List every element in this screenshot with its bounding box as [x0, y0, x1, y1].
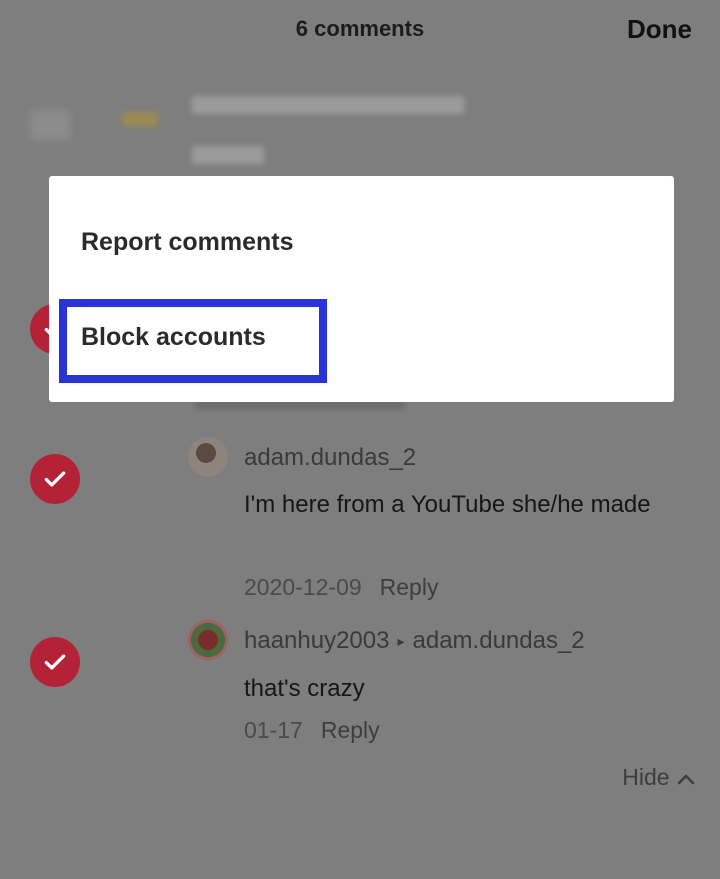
chevron-up-icon: [677, 774, 695, 785]
blurred-text: [192, 146, 264, 164]
comment-username[interactable]: haanhuy2003: [244, 627, 389, 654]
comment-username[interactable]: adam.dundas_2: [244, 444, 416, 472]
avatar[interactable]: [188, 620, 228, 660]
comment-date: 01-17: [244, 717, 303, 743]
reply-to-username[interactable]: adam.dundas_2: [413, 627, 585, 654]
blurred-username: [192, 96, 464, 114]
comment-username-row: haanhuy2003 ▸ adam.dundas_2: [244, 627, 585, 655]
comment-text: that's crazy: [244, 675, 365, 702]
comment-checkbox[interactable]: [30, 454, 80, 504]
checkmark-icon: [44, 654, 66, 670]
reply-button[interactable]: Reply: [380, 574, 439, 600]
blurred-tag: [122, 112, 158, 126]
done-button[interactable]: Done: [627, 14, 692, 45]
report-comments-option[interactable]: Report comments: [81, 228, 294, 257]
hide-replies-button[interactable]: Hide: [622, 764, 696, 791]
highlight-box: [59, 299, 327, 383]
comments-count-title: 6 comments: [295, 16, 425, 41]
hide-label: Hide: [622, 764, 670, 790]
blurred-avatar: [30, 110, 70, 140]
comment-checkbox[interactable]: [30, 637, 80, 687]
action-menu: Report comments Block accounts: [49, 176, 674, 402]
reply-button[interactable]: Reply: [321, 717, 380, 743]
checkmark-icon: [44, 471, 66, 487]
comment-text: I'm here from a YouTube she/he made: [244, 491, 651, 518]
comment-meta: 2020-12-09 Reply: [244, 574, 438, 601]
avatar[interactable]: [188, 437, 228, 477]
comments-screen: 6 comments Done adam.dundas_2 I'm here f…: [0, 0, 720, 879]
reply-arrow-icon: ▸: [397, 633, 405, 650]
comment-meta: 01-17 Reply: [244, 717, 380, 744]
comment-date: 2020-12-09: [244, 574, 362, 600]
